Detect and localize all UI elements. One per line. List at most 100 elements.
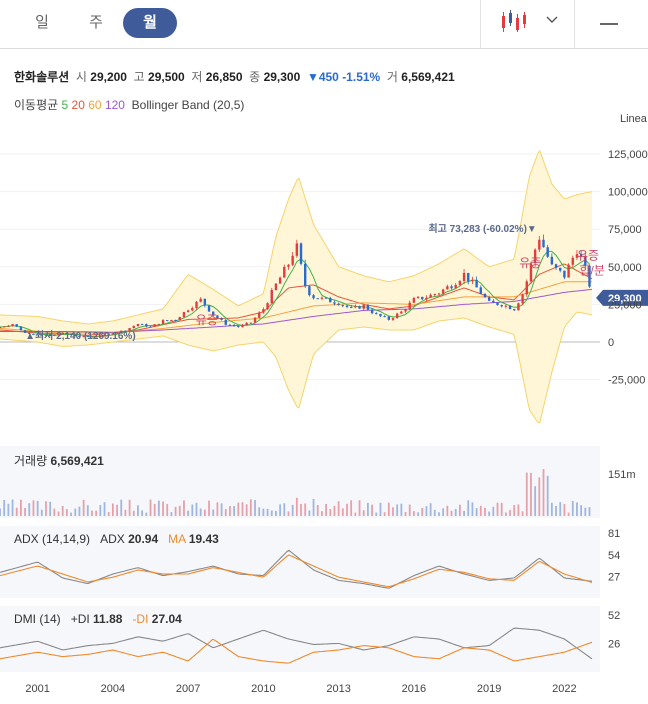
candle-body — [429, 294, 432, 298]
adx-label: ADX — [100, 532, 125, 546]
candle-body — [149, 326, 152, 328]
candle-body — [199, 298, 202, 302]
candle-body — [487, 297, 491, 301]
candle-body — [220, 318, 223, 320]
candle-body — [513, 309, 516, 311]
volume-bar — [86, 505, 89, 516]
candle-body — [178, 317, 181, 321]
volume-bar — [479, 505, 482, 516]
candle-body — [391, 318, 395, 320]
volume-bar — [346, 503, 348, 516]
candle-body — [525, 281, 528, 295]
candle-body — [270, 289, 273, 304]
volume-bar — [91, 510, 93, 516]
candle-body — [345, 305, 349, 307]
candle-body — [157, 323, 161, 325]
volume-bar — [24, 507, 26, 516]
volume-bar — [170, 512, 173, 516]
volume-bar — [337, 501, 340, 516]
volume-bar — [291, 504, 294, 516]
volume-bar — [542, 469, 545, 516]
volume-bar — [53, 508, 56, 516]
dmi-panel-label: DMI (14) +DI 11.88 -DI 27.04 — [14, 612, 182, 626]
volume-bar — [245, 504, 248, 516]
volume-bar — [295, 497, 298, 516]
volume-bar — [316, 505, 319, 516]
volume-bar — [458, 504, 461, 516]
candle-body — [274, 283, 278, 290]
volume-bar — [199, 508, 202, 516]
pdi-label: +DI — [70, 612, 90, 626]
candle-body — [450, 286, 453, 289]
volume-bar — [484, 507, 486, 516]
dmi-tick-label: 26 — [608, 638, 620, 650]
volume-bar — [216, 502, 219, 516]
volume-bar — [95, 510, 98, 516]
volume-panel-value: 6,569,421 — [50, 454, 104, 468]
y-tick-label: 0 — [608, 337, 614, 349]
dmi-tick-label: 52 — [608, 610, 620, 622]
adx-tick-label: 27 — [608, 571, 620, 583]
volume-panel-title: 거래량 — [14, 454, 48, 468]
volume-bar — [504, 512, 507, 516]
candle-body — [287, 264, 290, 267]
adx-tick-label: 81 — [608, 528, 620, 540]
volume-bar — [555, 506, 557, 516]
candle-body — [358, 306, 361, 309]
volume-bar — [275, 510, 277, 516]
volume-bar — [203, 509, 206, 516]
volume-bar — [588, 507, 591, 516]
mdi-value: 27.04 — [151, 612, 182, 626]
volume-bar — [367, 502, 369, 516]
volume-bar — [400, 503, 403, 516]
volume-bar — [525, 472, 528, 516]
candle-body — [483, 293, 487, 298]
candle-body — [542, 239, 545, 248]
candle-body — [387, 316, 391, 320]
scale-label: Linea — [620, 113, 648, 125]
candle-body — [504, 305, 508, 307]
stock-chart[interactable]: 최고 73,283 (-60.02%)▼ ▲최저 2,140 (1269.16%)… — [0, 0, 648, 704]
candle-body — [195, 301, 198, 309]
volume-bar — [241, 502, 244, 516]
volume-bar — [0, 508, 1, 516]
candle-body — [312, 295, 315, 299]
volume-bar — [471, 502, 474, 516]
candle-body — [433, 294, 437, 296]
adx-title: ADX (14,14,9) — [14, 532, 91, 546]
volume-bar — [183, 500, 185, 516]
candle-body — [337, 303, 340, 306]
x-tick-label: 2013 — [326, 683, 350, 695]
volume-bar — [509, 510, 511, 516]
volume-bar — [82, 499, 85, 516]
volume-bar — [45, 501, 47, 516]
volume-bar — [396, 504, 399, 516]
candle-body — [182, 311, 186, 318]
candle-body — [366, 304, 370, 310]
candle-body — [471, 279, 474, 282]
volume-bar — [300, 503, 302, 516]
x-tick-label: 2016 — [402, 683, 426, 695]
volume-bar — [563, 504, 566, 516]
pdi-value: 11.88 — [93, 612, 123, 626]
candle-body — [291, 255, 294, 265]
volume-bar — [36, 500, 39, 516]
volume-bar — [517, 504, 520, 516]
candle-body — [375, 313, 378, 315]
volume-bar — [32, 500, 35, 516]
volume-bar — [358, 500, 361, 516]
candle-body — [467, 272, 470, 282]
candle-body — [421, 296, 424, 300]
volume-bar — [157, 500, 160, 516]
candle-body — [245, 322, 248, 325]
candle-body — [136, 324, 140, 327]
volume-bar — [433, 509, 436, 516]
volume-bar — [254, 500, 256, 516]
candle-body — [563, 270, 566, 278]
volume-bar — [425, 506, 428, 516]
volume-bar — [576, 502, 578, 516]
candle-body — [2, 326, 6, 328]
candle-body — [458, 280, 462, 285]
volume-bar — [266, 508, 269, 516]
volume-bar — [580, 505, 583, 516]
